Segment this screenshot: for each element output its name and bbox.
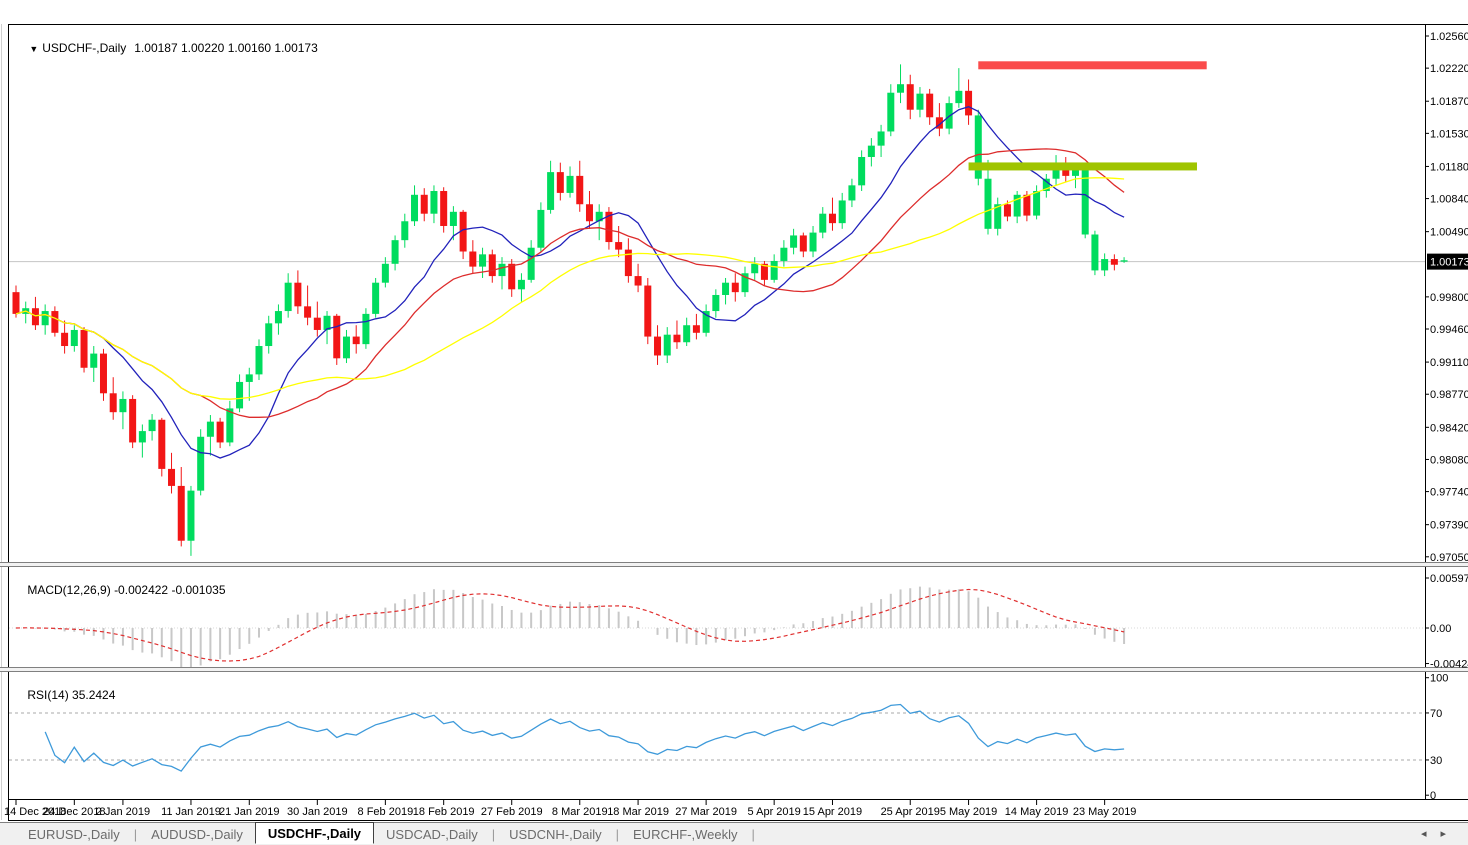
svg-text:0.99110: 0.99110 [1430, 357, 1468, 369]
rsi-indicator-label: RSI(14) 35.2424 [14, 674, 115, 716]
chart-objects-dropdown-icon[interactable]: ▼ [29, 44, 38, 54]
svg-text:27 Feb 2019: 27 Feb 2019 [481, 806, 543, 818]
svg-text:0: 0 [1430, 790, 1436, 802]
svg-text:0.00597: 0.00597 [1430, 573, 1468, 585]
support-level[interactable] [969, 162, 1197, 170]
svg-text:5 May 2019: 5 May 2019 [940, 806, 997, 818]
svg-text:1.01530: 1.01530 [1430, 128, 1468, 140]
svg-text:30: 30 [1430, 755, 1442, 767]
terminal-window: H4D1W1MN 1.025601.022201.018701.015301.0… [0, 0, 1468, 845]
current-price-marker: 1.00173 [1427, 254, 1468, 270]
tab-separator: | [750, 827, 757, 842]
svg-text:0.99800: 0.99800 [1430, 292, 1468, 304]
svg-text:0.98080: 0.98080 [1430, 454, 1468, 466]
svg-text:2 Jan 2019: 2 Jan 2019 [96, 806, 150, 818]
resistance-level[interactable] [978, 61, 1206, 69]
svg-text:8 Mar 2019: 8 Mar 2019 [552, 806, 608, 818]
macd-indicator-label: MACD(12,26,9) -0.002422 -0.001035 [14, 569, 226, 611]
tab-eurusd-daily[interactable]: EURUSD-,Daily [16, 825, 132, 844]
svg-text:1.00173: 1.00173 [1430, 257, 1468, 269]
svg-text:8 Feb 2019: 8 Feb 2019 [358, 806, 414, 818]
rsi-name: RSI(14) [27, 688, 68, 702]
svg-text:5 Apr 2019: 5 Apr 2019 [748, 806, 801, 818]
svg-text:1.02220: 1.02220 [1430, 63, 1468, 75]
svg-text:1.00840: 1.00840 [1430, 194, 1468, 206]
macd-name: MACD(12,26,9) [27, 583, 110, 597]
svg-text:27 Mar 2019: 27 Mar 2019 [675, 806, 737, 818]
svg-text:0.97050: 0.97050 [1430, 552, 1468, 564]
svg-text:1.02560: 1.02560 [1430, 31, 1468, 43]
svg-text:1.00490: 1.00490 [1430, 227, 1468, 239]
svg-text:0.97740: 0.97740 [1430, 487, 1468, 499]
svg-text:70: 70 [1430, 708, 1442, 720]
svg-text:100: 100 [1430, 673, 1448, 685]
chart-tabbar: EURUSD-,Daily|AUDUSD-,DailyUSDCHF-,Daily… [0, 822, 1468, 845]
chart-symbol-period: USDCHF-,Daily [42, 41, 126, 55]
tab-separator: | [490, 827, 497, 842]
svg-text:11 Jan 2019: 11 Jan 2019 [161, 806, 221, 818]
tab-scroll-right-icon[interactable]: ▸ [1440, 828, 1460, 840]
svg-text:23 May 2019: 23 May 2019 [1073, 806, 1137, 818]
svg-text:0.99460: 0.99460 [1430, 324, 1468, 336]
svg-text:18 Mar 2019: 18 Mar 2019 [607, 806, 669, 818]
svg-text:15 Apr 2019: 15 Apr 2019 [803, 806, 862, 818]
chart-canvas[interactable]: 1.02560 1.02220 1.01870 1.01530 1.01180 1.008… [0, 0, 1468, 822]
rsi-current-value: 35.2424 [72, 688, 115, 702]
tab-separator: | [132, 827, 139, 842]
tab-audusd-daily[interactable]: AUDUSD-,Daily [139, 825, 255, 844]
chart-title[interactable]: ▼ USDCHF-,Daily 1.00187 1.00220 1.00160 1.… [16, 27, 318, 69]
svg-text:1.01180: 1.01180 [1430, 161, 1468, 173]
svg-text:18 Feb 2019: 18 Feb 2019 [413, 806, 475, 818]
tab-scroll-left-icon[interactable]: ◂ [1421, 828, 1441, 840]
svg-text:30 Jan 2019: 30 Jan 2019 [287, 806, 348, 818]
tab-separator: | [614, 827, 621, 842]
svg-text:0.00: 0.00 [1430, 623, 1451, 635]
svg-text:1.01870: 1.01870 [1430, 96, 1468, 108]
macd-current-values: -0.002422 -0.001035 [114, 583, 225, 597]
chart-ohlc-values: 1.00187 1.00220 1.00160 1.00173 [134, 41, 318, 55]
svg-text:0.98420: 0.98420 [1430, 422, 1468, 434]
tab-usdchf-daily[interactable]: USDCHF-,Daily [255, 822, 374, 844]
tab-usdcad-daily[interactable]: USDCAD-,Daily [374, 825, 490, 844]
tab-scroll-arrows[interactable]: ◂▸ [1421, 827, 1460, 840]
svg-text:0.97390: 0.97390 [1430, 520, 1468, 532]
svg-text:-0.004243: -0.004243 [1430, 659, 1468, 671]
svg-text:25 Apr 2019: 25 Apr 2019 [881, 806, 940, 818]
svg-text:21 Jan 2019: 21 Jan 2019 [219, 806, 280, 818]
tab-usdcnh-daily[interactable]: USDCNH-,Daily [497, 825, 613, 844]
svg-text:0.98770: 0.98770 [1430, 389, 1468, 401]
svg-text:14 May 2019: 14 May 2019 [1005, 806, 1069, 818]
tab-eurchf-weekly[interactable]: EURCHF-,Weekly [621, 825, 750, 844]
